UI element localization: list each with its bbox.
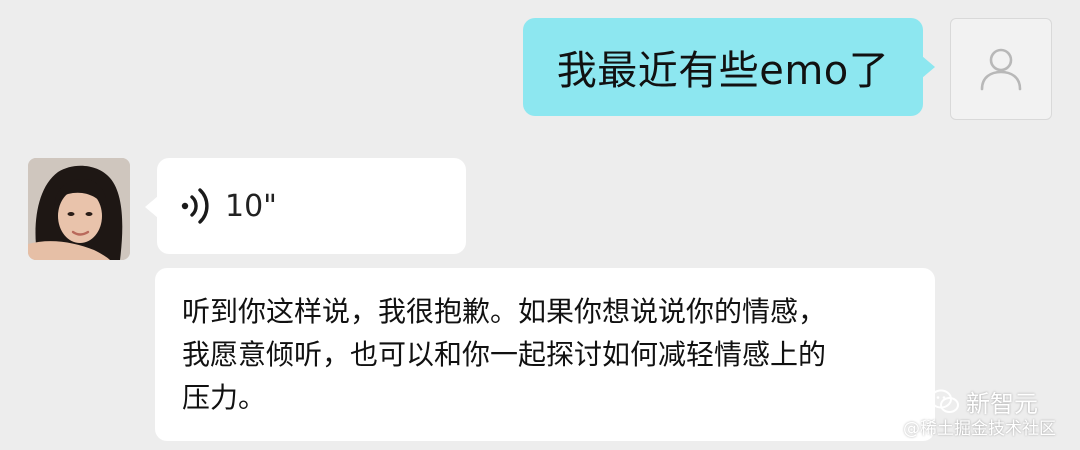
reply-message-bubble[interactable]: 听到你这样说，我很抱歉。如果你想说说你的情感， 我愿意倾听，也可以和你一起探讨如…: [155, 268, 935, 441]
wechat-logo-icon: [930, 389, 959, 413]
voice-message-bubble[interactable]: 10": [145, 158, 466, 254]
watermark-site: @稀土掘金技术社区: [903, 419, 1056, 439]
peer-avatar[interactable]: [28, 158, 130, 260]
my-avatar[interactable]: [950, 18, 1052, 120]
user-placeholder-icon: [980, 48, 1022, 91]
reply-line: 压力。: [182, 381, 267, 414]
reply-line: 我愿意倾听，也可以和你一起探讨如何减轻情感上的: [182, 338, 827, 371]
voice-duration: 10": [225, 188, 277, 224]
reply-line: 听到你这样说，我很抱歉。如果你想说说你的情感，: [182, 295, 827, 328]
outgoing-message-text: 我最近有些emo了: [556, 48, 890, 94]
peer-photo: [28, 158, 130, 260]
voice-wave-icon: [179, 186, 219, 226]
outgoing-message-bubble[interactable]: 我最近有些emo了: [523, 18, 935, 116]
